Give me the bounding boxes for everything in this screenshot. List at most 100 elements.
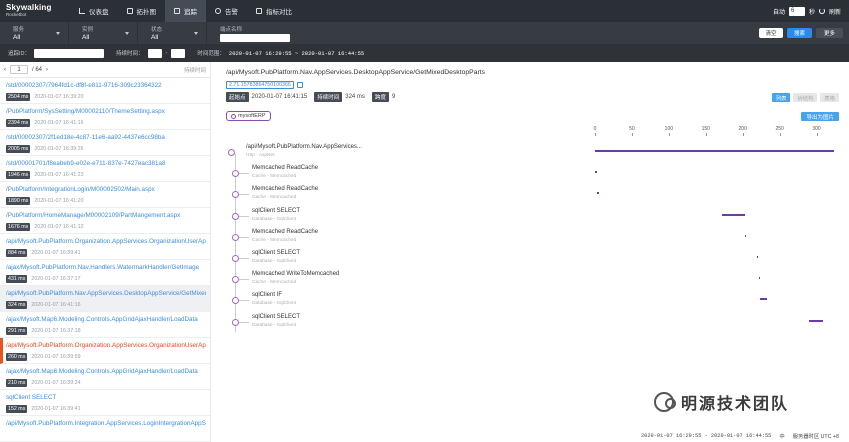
service-select[interactable]: 服务 All — [0, 22, 69, 44]
trace-row[interactable]: /std/00001701/f8eabeb9-e02e-e711-837e-74… — [0, 156, 210, 182]
instance-select[interactable]: 实例 All — [69, 22, 138, 44]
trace-name: /api/Mysoft.PubPlatform.Organization.App… — [6, 238, 206, 245]
endpoint-input[interactable] — [220, 34, 290, 42]
nav-trace[interactable]: 追踪 — [165, 0, 206, 22]
span-duration-bar[interactable] — [756, 256, 759, 258]
compare-icon — [256, 8, 262, 14]
nav-topology[interactable]: 拓扑图 — [118, 0, 166, 22]
axis-tick-label: 100 — [664, 126, 674, 132]
list-view-button[interactable]: 列表 — [771, 93, 791, 102]
span-duration-bar[interactable] — [595, 171, 597, 174]
span-duration-bar[interactable] — [744, 234, 747, 237]
span-row[interactable]: Memcached WriteToMemcached Cache - Memcac… — [212, 269, 849, 289]
time-range-value[interactable]: 2020-01-07 16:29:55 ~ 2020-01-07 16:44:5… — [229, 50, 364, 57]
span-row[interactable]: Memcached ReadCache Cache - Memcached — [212, 227, 849, 247]
trace-duration-badge: 291 ms — [6, 327, 28, 335]
span-duration-bar[interactable] — [760, 298, 768, 301]
dashboard-icon — [79, 8, 85, 14]
span-node-icon[interactable] — [232, 233, 239, 241]
tree-view-button[interactable]: 树结构 — [793, 93, 818, 102]
more-button[interactable]: 更多 — [816, 28, 843, 38]
trace-row[interactable]: /PubPlatform/HomeManage/M00002109/PartMa… — [0, 208, 210, 234]
span-node-icon[interactable] — [232, 191, 239, 199]
span-row[interactable]: sqlClient IF Database - SqlClient — [212, 290, 849, 310]
nav-compare[interactable]: 指标对比 — [247, 0, 301, 22]
trace-row[interactable]: /ajax/Mysoft.Map6.Modeling.Controls.AppG… — [0, 312, 210, 338]
span-name: Memcached ReadCache — [252, 165, 319, 172]
trace-time: 2020-01-07 16:41:20 — [34, 198, 84, 204]
span-component: Http - AspNet — [246, 153, 275, 158]
refresh-icon[interactable] — [818, 8, 825, 14]
prev-page-icon[interactable]: ‹ — [4, 67, 6, 73]
start-value: 2020-01-07 16:41:15 — [251, 94, 308, 100]
duration-min-input[interactable] — [147, 48, 162, 58]
trace-duration-badge: 2394 ms — [6, 119, 31, 127]
auto-interval-input[interactable]: 6 — [788, 6, 805, 16]
span-row[interactable]: /api/Mysoft.PubPlatform.Nav.AppServices.… — [212, 142, 849, 162]
trace-id-input[interactable] — [34, 48, 105, 58]
span-node-icon[interactable] — [232, 318, 239, 326]
nav-dashboard[interactable]: 仪表盘 — [70, 0, 118, 22]
clear-button[interactable]: 清空 — [759, 28, 783, 38]
span-duration-bar[interactable] — [809, 319, 824, 322]
trace-name: /std/00002307/2f1ed18e-4c87-11e6-aa92-44… — [6, 134, 165, 141]
next-page-icon[interactable]: › — [46, 67, 48, 73]
clear-label: 清空 — [765, 31, 777, 37]
trace-row[interactable]: /PubPlatform/SysSetting/M00002110/ThemeS… — [0, 104, 210, 130]
page-input[interactable]: 1 — [10, 65, 28, 74]
span-node-icon[interactable] — [228, 149, 235, 156]
span-row[interactable]: sqlClient SELECT Database - SqlClient — [212, 312, 849, 332]
duration-max-input[interactable] — [171, 48, 186, 58]
trace-name: /ajax/Mysoft.Map6.Modeling.Controls.AppG… — [6, 316, 198, 323]
table-view-button[interactable]: 表格 — [820, 93, 839, 102]
span-node-icon[interactable] — [232, 170, 239, 178]
span-duration-bar[interactable] — [597, 192, 599, 195]
trace-row[interactable]: /std/00002307/7964fd1c-df8f-e811-9716-30… — [0, 78, 210, 104]
export-image-button[interactable]: 导出为图片 — [801, 112, 839, 121]
span-name: sqlClient SELECT — [252, 207, 301, 214]
top-bar: Skywalking Rocketbot 仪表盘 拓扑图 追踪 告警 指标对比 … — [0, 0, 849, 22]
span-duration-bar[interactable] — [595, 150, 835, 152]
trace-row[interactable]: /api/Mysoft.PubPlatform.Nav.AppServices.… — [0, 286, 210, 312]
axis-tick-mark — [705, 133, 707, 136]
trace-row[interactable]: /api/Mysoft.PubPlatform.Integration.AppS… — [0, 416, 210, 442]
trace-id-select[interactable]: 2.71.15783864750100366 — [226, 81, 294, 89]
span-row[interactable]: sqlClient SELECT Database - SqlClient — [212, 248, 849, 268]
sort-select[interactable]: 持续时间 — [184, 66, 210, 74]
span-duration-bar[interactable] — [722, 213, 745, 216]
search-button[interactable]: 搜索 — [787, 28, 812, 38]
trace-row[interactable]: /PubPlatform/IntegrationLogin/M00002502/… — [0, 182, 210, 208]
page-total: / 64 — [32, 66, 43, 73]
span-duration-bar[interactable] — [758, 277, 761, 280]
trace-row[interactable]: sqlClient SELECT 152 ms 2020-01-07 16:39:4… — [0, 390, 210, 416]
axis-tick-mark — [742, 133, 744, 136]
span-name: sqlClient SELECT — [252, 250, 301, 256]
span-node-icon[interactable] — [232, 297, 239, 305]
language-toggle[interactable]: 中 — [779, 432, 784, 440]
trace-meta: 324 ms 2020-01-07 16:41:16 — [6, 301, 210, 309]
status-select[interactable]: 状态 All — [138, 22, 207, 44]
trace-row[interactable]: /ajax/Mysoft.Map6.Modeling.Controls.AppG… — [0, 364, 210, 390]
trace-time: 2020-01-07 16:39:59 — [31, 354, 81, 360]
logo: Skywalking Rocketbot — [0, 4, 70, 18]
server-timezone: 服务器时区 UTC +8 — [792, 434, 839, 440]
trace-time: 2020-01-07 16:39:20 — [34, 94, 84, 100]
trace-row[interactable]: /ajax/Mysoft.PubPlatform.Nav.Handlers.Wa… — [0, 260, 210, 286]
timeline-axis: 0 50 100 150 200 250 300 — [594, 126, 835, 136]
trace-row[interactable]: /api/Mysoft.PubPlatform.Organization.App… — [0, 234, 210, 260]
span-row[interactable]: Memcached ReadCache Cache - Memcached — [212, 184, 849, 204]
service-tag[interactable]: mysoftERP — [226, 111, 271, 121]
span-node-icon[interactable] — [232, 212, 239, 220]
span-node-icon[interactable] — [232, 276, 239, 284]
auto-toggle[interactable]: 自动 — [773, 7, 785, 16]
span-row[interactable]: sqlClient SELECT Database - SqlClient — [212, 206, 849, 226]
nav-alarm[interactable]: 告警 — [206, 0, 247, 22]
span-row[interactable]: Memcached ReadCache Cache - Memcached — [212, 163, 849, 183]
duration-label: 持续时间： — [116, 51, 144, 57]
trace-row[interactable]: /api/Mysoft.PubPlatform.Organization.App… — [0, 338, 210, 364]
trace-name: /api/Mysoft.PubPlatform.Organization.App… — [6, 342, 206, 349]
refresh-button[interactable]: 刷新 — [829, 7, 841, 16]
trace-row[interactable]: /std/00002307/2f1ed18e-4c87-11e6-aa92-44… — [0, 130, 210, 156]
copy-icon[interactable] — [296, 82, 303, 88]
span-node-icon[interactable] — [232, 255, 239, 262]
